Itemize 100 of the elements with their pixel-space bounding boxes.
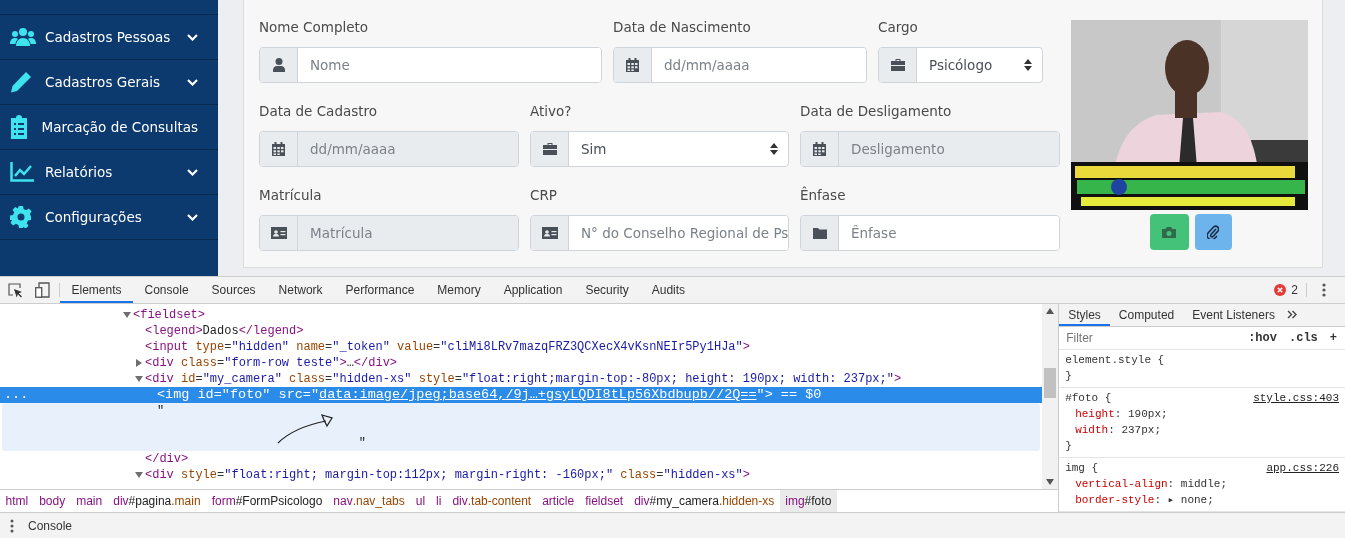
camera-button[interactable] — [1149, 214, 1189, 250]
devtools-tab[interactable]: Console — [133, 277, 201, 303]
field-label: Cargo — [878, 18, 918, 37]
toolbar-toggle[interactable]: + — [1323, 330, 1343, 345]
toolbar-toggle[interactable]: .cls — [1283, 330, 1324, 345]
breadcrumb[interactable]: nav.nav_tabs — [327, 490, 411, 512]
error-icon — [1274, 284, 1287, 296]
scroll-up-icon[interactable] — [1046, 308, 1055, 314]
sort-arrows-icon — [770, 143, 778, 155]
css-declaration[interactable]: height: 190px; — [1065, 406, 1339, 422]
breadcrumb[interactable]: div.tab-content — [446, 490, 537, 512]
text-field[interactable]: dd/mm/aaaa — [613, 47, 867, 83]
disclosure-triangle-icon[interactable] — [135, 470, 144, 479]
breadcrumb[interactable]: div#pagina.main — [107, 490, 207, 512]
calendar-icon — [813, 142, 826, 156]
kebab-menu-icon[interactable] — [10, 518, 14, 533]
css-declaration[interactable]: vertical-align: middle; — [1065, 476, 1339, 492]
disclosure-triangle-icon[interactable] — [123, 310, 132, 319]
pencil-icon — [10, 71, 32, 93]
devtools-tab[interactable]: Performance — [334, 277, 426, 303]
sidebar-label: Cadastros Gerais — [45, 74, 161, 90]
inspect-icon[interactable] — [8, 282, 23, 298]
select-field[interactable]: Sim — [530, 131, 789, 167]
scrollbar-thumb[interactable] — [1044, 368, 1057, 398]
sidebar-item[interactable]: Relatórios — [0, 150, 218, 195]
folder-icon — [812, 227, 827, 239]
breadcrumb[interactable]: main — [70, 490, 108, 512]
sidebar-label: Relatórios — [45, 164, 113, 180]
dom-node[interactable]: <div style="float:right; margin-top:112px; margin-right: -160px;" class="hidden-xs"> — [145, 468, 750, 482]
briefcase-icon — [542, 143, 557, 155]
css-declaration[interactable]: border-style: ▸ none; — [1065, 492, 1339, 508]
dom-node[interactable]: <fieldset> — [133, 308, 205, 322]
field-label: Matrícula — [259, 186, 322, 205]
devtools-tab[interactable]: Application — [492, 277, 574, 303]
closing-tag[interactable]: </div> — [145, 452, 189, 466]
sidebar-item[interactable]: Configurações — [0, 195, 218, 240]
sidebar-label: Marcação de Consultas — [41, 119, 198, 135]
dom-node[interactable]: <div id="my_camera" class="hidden-xs" style="float:right;margin-top:-80px; height: 190px; width: 237px;"> — [145, 372, 902, 386]
sidebar-item[interactable]: Cadastros Pessoas — [0, 15, 218, 60]
breadcrumb[interactable]: li — [430, 490, 447, 512]
styles-tab[interactable]: Event Listeners — [1183, 304, 1284, 326]
sidebar-item[interactable]: Marcação de Consultas — [0, 105, 218, 150]
disclosure-triangle-icon[interactable] — [135, 374, 144, 383]
clipboard-icon — [10, 115, 28, 139]
dom-node[interactable]: <input type="hidden" name="_token" value="cliMi8LRv7mazqFRZ3QCXecX4vKsnNEIr5Py1HJa"> — [145, 340, 750, 354]
styles-tab[interactable]: Styles — [1059, 304, 1110, 326]
scrollbar[interactable] — [1042, 304, 1059, 489]
devtools-tab[interactable]: Elements — [60, 277, 134, 303]
calendar-icon — [626, 58, 639, 72]
dom-node[interactable]: <legend>Dados</legend> — [145, 324, 304, 338]
drawer-tab[interactable]: Console — [28, 518, 73, 533]
devtools-tab[interactable]: Sources — [200, 277, 268, 303]
field-label: Data de Desligamento — [800, 102, 952, 121]
breadcrumb[interactable]: form#FormPsicologo — [206, 490, 328, 512]
breadcrumb[interactable]: fieldset — [579, 490, 629, 512]
chevron-down-icon — [187, 33, 198, 41]
breadcrumb[interactable]: img#foto — [779, 490, 837, 512]
device-toggle-icon[interactable] — [35, 282, 50, 298]
dom-node[interactable]: <img id="foto" src="data:image/jpeg;base64,/9j…+gsyLQDI8tLp56Xbdbupb//2Q=="> == $0 — [157, 387, 822, 403]
calendar-icon — [272, 142, 285, 156]
dom-node[interactable]: <div class="form-row teste">…</div> — [145, 356, 398, 370]
breadcrumb[interactable]: ul — [410, 490, 431, 512]
css-selector: img { — [1065, 461, 1099, 476]
sidebar-item[interactable]: Cadastros Gerais — [0, 60, 218, 105]
breadcrumb[interactable]: div#my_camera.hidden-xs — [628, 490, 780, 512]
sort-arrows-icon — [1024, 59, 1032, 71]
user-icon — [272, 58, 285, 72]
disclosure-triangle-icon[interactable] — [135, 358, 144, 367]
sidebar-label: Cadastros Pessoas — [45, 29, 171, 45]
field-label: Data de Nascimento — [613, 18, 751, 37]
more-tabs-icon[interactable] — [1286, 310, 1297, 320]
breadcrumb[interactable]: html — [0, 490, 34, 512]
error-count[interactable]: 2 — [1291, 283, 1307, 297]
text-node[interactable]: " " — [157, 403, 366, 451]
attach-button[interactable] — [1194, 214, 1232, 250]
text-field[interactable]: Nome — [259, 47, 602, 83]
id-card-icon — [270, 227, 287, 239]
briefcase-icon — [890, 59, 905, 71]
more-icon[interactable]: ... — [4, 387, 29, 403]
source-link[interactable]: app.css:226 — [1266, 460, 1339, 476]
styles-tab[interactable]: Computed — [1109, 304, 1184, 326]
text-field[interactable]: N° do Conselho Regional de Ps — [530, 215, 789, 251]
devtools-tab[interactable]: Network — [267, 277, 335, 303]
devtools-tab[interactable]: Memory — [425, 277, 493, 303]
devtools-tab[interactable]: Security — [573, 277, 641, 303]
field-label: Nome Completo — [259, 18, 369, 37]
toolbar-toggle[interactable]: :hov — [1242, 330, 1283, 345]
selected-dom-row[interactable]: ... <img id="foto" src="data:image/jpeg;base64,/9j…+gsyLQDI8tLp56Xbdbupb//2Q=="> == $0 — [0, 387, 1043, 403]
id-card-icon — [541, 227, 558, 239]
hovered-dom-row[interactable]: " " — [2, 403, 1041, 451]
css-declaration[interactable]: width: 237px; — [1065, 422, 1339, 438]
kebab-menu-icon[interactable] — [1322, 283, 1326, 297]
chevron-down-icon — [187, 78, 198, 86]
text-field[interactable]: Ênfase — [800, 215, 1060, 251]
scroll-down-icon[interactable] — [1046, 479, 1055, 485]
select-field[interactable]: Psicólogo — [878, 47, 1043, 83]
source-link[interactable]: style.css:403 — [1253, 390, 1339, 406]
breadcrumb[interactable]: body — [33, 490, 71, 512]
breadcrumb[interactable]: article — [536, 490, 580, 512]
devtools-tab[interactable]: Audits — [640, 277, 697, 303]
